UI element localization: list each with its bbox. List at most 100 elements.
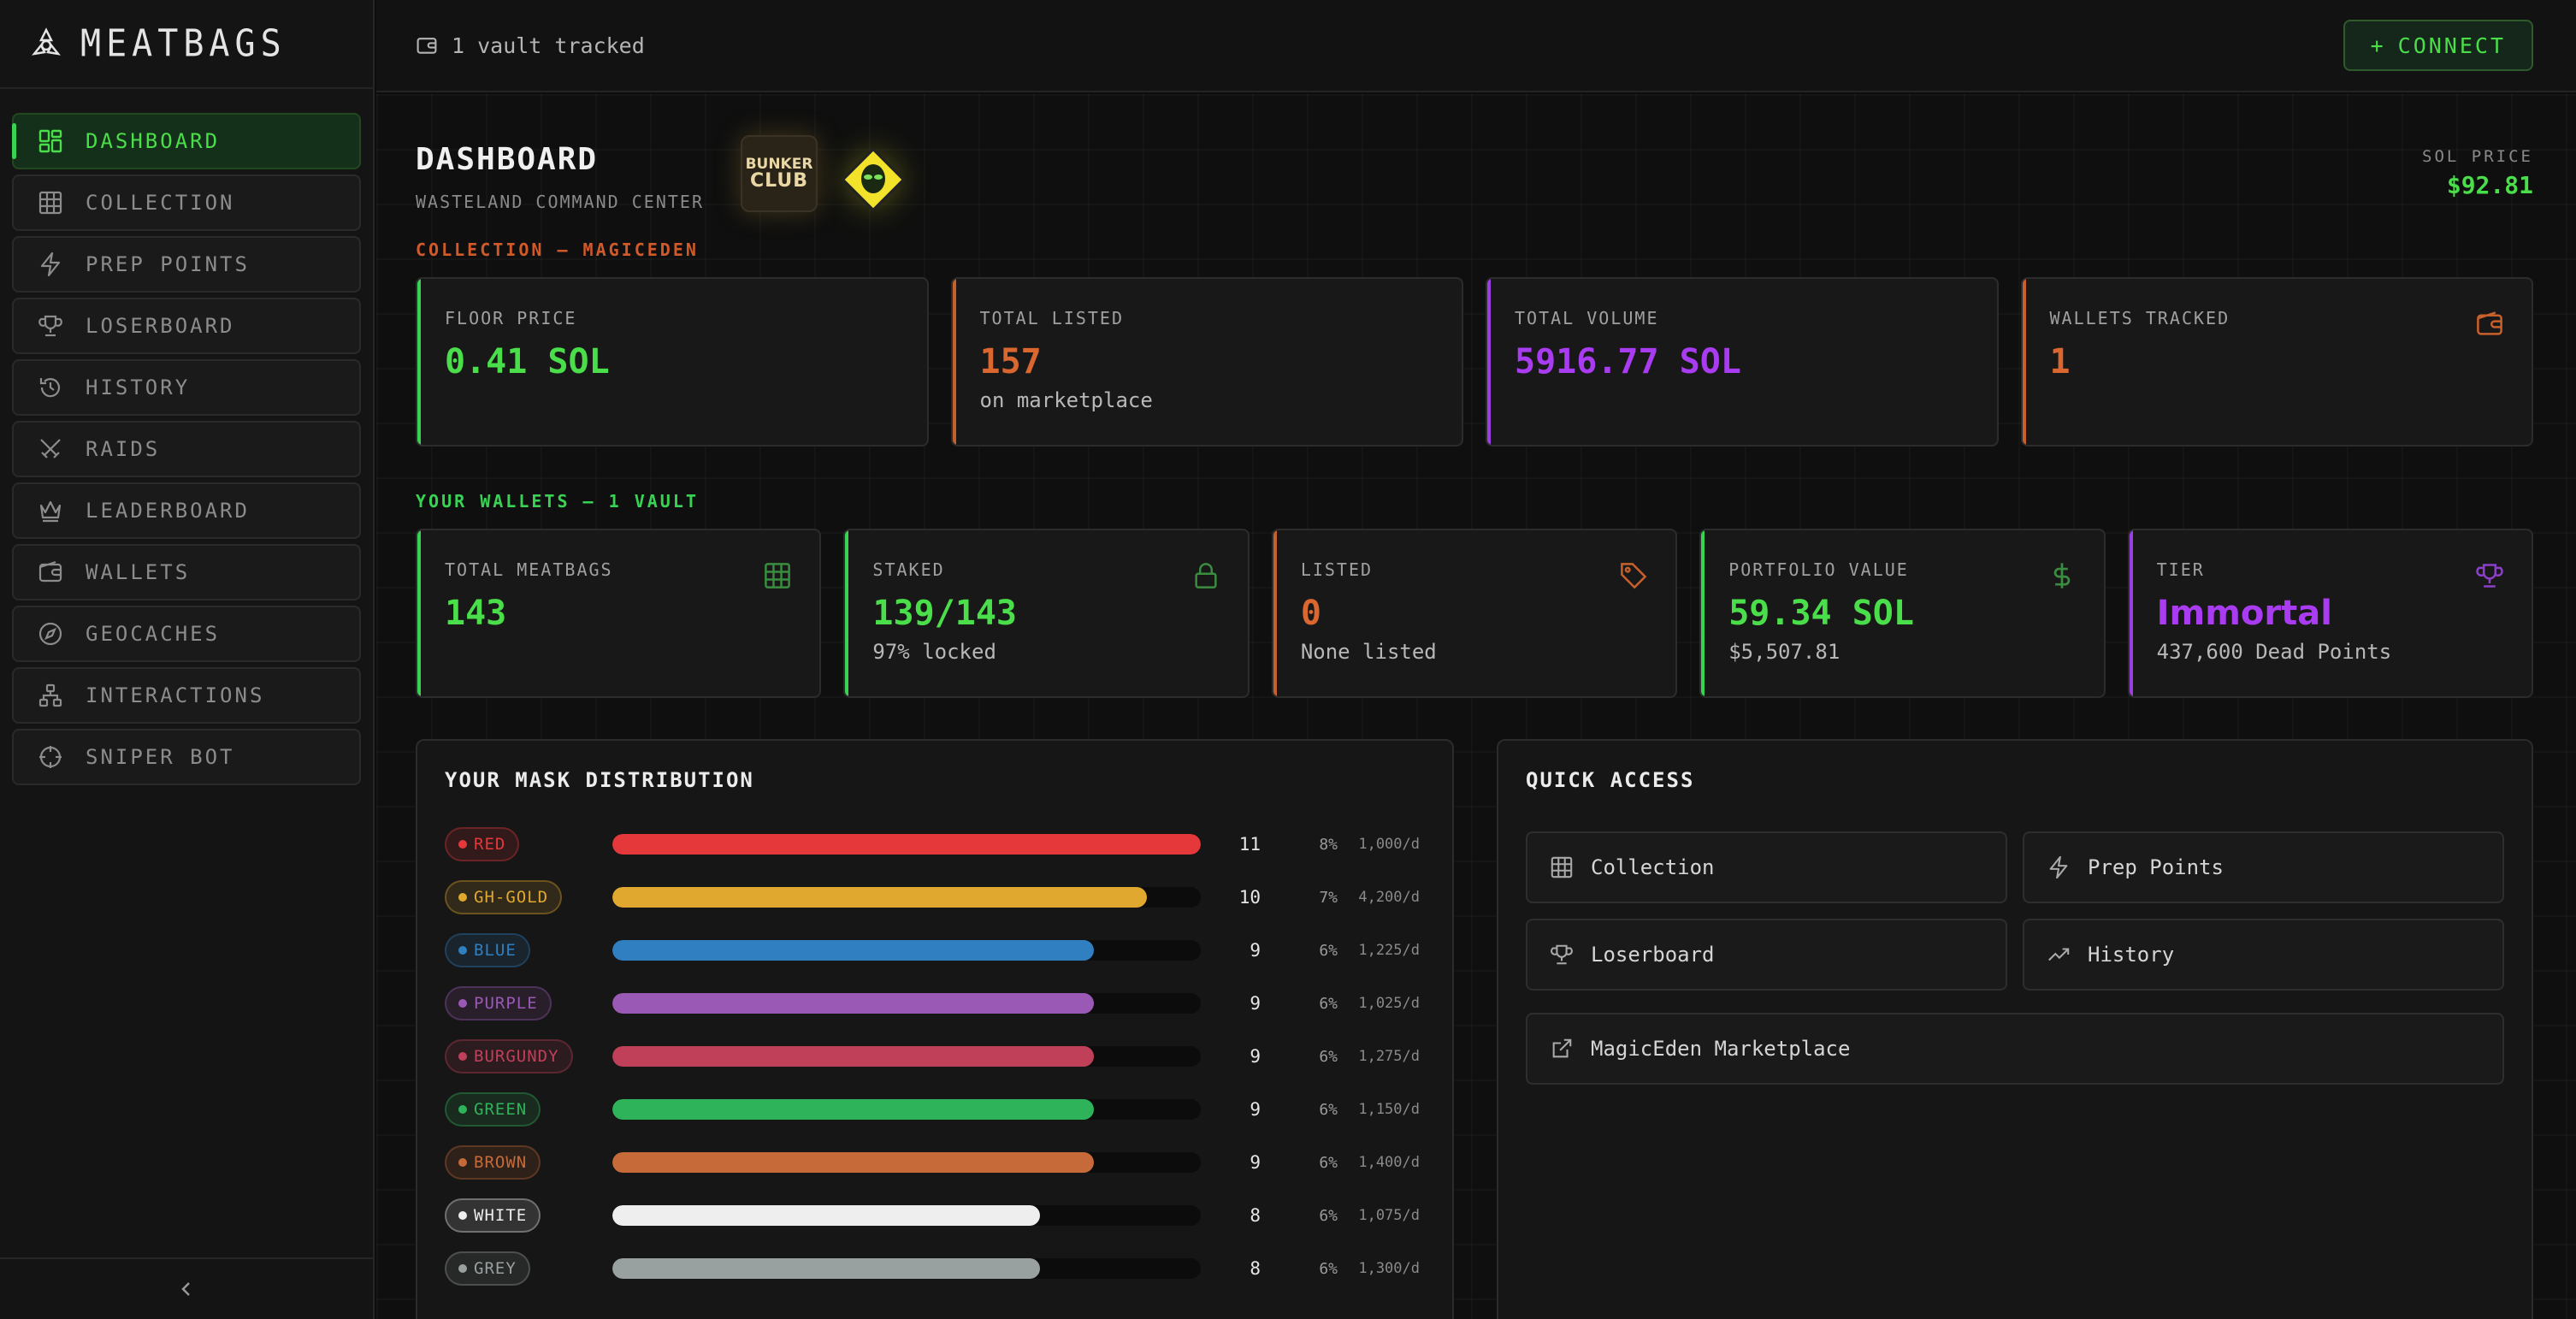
- quick-access-prep-points[interactable]: Prep Points: [2023, 831, 2504, 903]
- stat-card-total-listed: TOTAL LISTED 157 on marketplace: [950, 277, 1463, 447]
- mask-percent: 6%: [1319, 1047, 1338, 1066]
- crosshair-icon: [39, 746, 62, 768]
- sidebar-item-sniper-bot[interactable]: SNIPER BOT: [12, 729, 361, 785]
- lightning-icon: [2049, 855, 2068, 879]
- sidebar-item-label: GEOCACHES: [86, 622, 221, 646]
- grid-icon: [1551, 856, 1573, 878]
- stat-label: WALLETS TRACKED: [2049, 308, 2230, 328]
- sidebar-item-label: LOSERBOARD: [86, 314, 235, 338]
- mask-row: GREY 8 6% 1,300/d: [445, 1242, 1425, 1295]
- trophy-icon: [38, 315, 62, 337]
- sidebar-item-geocaches[interactable]: GEOCACHES: [12, 606, 361, 662]
- sidebar-item-prep-points[interactable]: PREP POINTS: [12, 236, 361, 293]
- mask-rate: 1,025/d: [1358, 995, 1420, 1012]
- stat-value: 157: [979, 342, 1042, 382]
- mask-pill: RED: [445, 827, 564, 861]
- mask-bar-track: [612, 1099, 1201, 1120]
- connect-button[interactable]: + CONNECT: [2343, 20, 2533, 71]
- stat-value: 5916.77 SOL: [1515, 342, 1741, 382]
- mask-bar-track: [612, 1205, 1201, 1226]
- bunker-club-badge: BUNKER CLUB: [741, 135, 818, 212]
- sidebar-item-collection[interactable]: COLLECTION: [12, 174, 361, 231]
- lightning-icon: [40, 251, 61, 277]
- sidebar-item-leaderboard[interactable]: LEADERBOARD: [12, 482, 361, 539]
- mask-count: 9: [1250, 1099, 1261, 1120]
- mask-rate: 1,400/d: [1358, 1154, 1420, 1171]
- stat-label: TOTAL LISTED: [979, 308, 1124, 328]
- mask-row: WHITE 8 6% 1,075/d: [445, 1189, 1425, 1242]
- wallets-section-label: YOUR WALLETS — 1 VAULT: [416, 491, 699, 512]
- mask-bar-track: [612, 834, 1201, 855]
- quick-access-history[interactable]: History: [2023, 919, 2504, 991]
- stat-card-wallets-tracked: WALLETS TRACKED 1: [2020, 277, 2533, 447]
- mask-pill-inner: GH-GOLD: [445, 880, 563, 914]
- panel-title: QUICK ACCESS: [1526, 768, 1695, 792]
- brand-name: MEATBAGS: [80, 21, 287, 66]
- vault-status: 1 vault tracked: [416, 33, 645, 58]
- sol-price: SOL PRICE $92.81: [2422, 147, 2533, 199]
- badge-text-top: BUNKER: [745, 155, 813, 173]
- grid-icon: [765, 563, 791, 589]
- mask-pill-inner: PURPLE: [445, 986, 552, 1020]
- mask-count: 8: [1250, 1205, 1261, 1226]
- mask-rate: 1,300/d: [1358, 1260, 1420, 1277]
- page-subtitle: WASTELAND COMMAND CENTER: [416, 192, 704, 212]
- mask-pill: PURPLE: [445, 986, 564, 1020]
- stat-card-listed: LISTED 0 None listed: [1271, 529, 1678, 698]
- mask-count: 9: [1250, 1152, 1261, 1173]
- mask-count: 9: [1250, 993, 1261, 1014]
- mask-color-dot: [458, 1211, 467, 1220]
- mask-name: GREEN: [474, 1100, 528, 1119]
- mask-row: BLUE 9 6% 1,225/d: [445, 924, 1425, 977]
- mask-count: 8: [1250, 1258, 1261, 1279]
- mask-bar-fill: [612, 940, 1094, 961]
- chevron-left-icon: [181, 1282, 190, 1296]
- mask-pill-inner: BURGUNDY: [445, 1039, 573, 1074]
- collection-section-label: COLLECTION — MAGICEDEN: [416, 240, 699, 260]
- mask-bar-track: [612, 940, 1201, 961]
- lock-icon: [1195, 563, 1217, 589]
- mask-color-dot: [458, 1264, 467, 1273]
- mask-pill-inner: BLUE: [445, 933, 530, 967]
- quick-access-loserboard[interactable]: Loserboard: [1526, 919, 2007, 991]
- sidebar-item-interactions[interactable]: INTERACTIONS: [12, 667, 361, 724]
- quick-access-collection[interactable]: Collection: [1526, 831, 2007, 903]
- sidebar-item-wallets[interactable]: WALLETS: [12, 544, 361, 600]
- trophy-icon: [2476, 564, 2503, 588]
- mask-count: 9: [1250, 1046, 1261, 1067]
- sidebar-item-label: DASHBOARD: [86, 129, 221, 153]
- mask-bar-fill: [612, 1099, 1094, 1120]
- page-header: DASHBOARD WASTELAND COMMAND CENTER BUNKE…: [416, 94, 2533, 231]
- stat-subtext: 97% locked: [872, 640, 996, 664]
- mask-distribution-list: RED 11 8% 1,000/d GH-GOLD 10 7% 4,200/d BLUE 9 6% 1…: [445, 818, 1425, 1295]
- sidebar-collapse-button[interactable]: [0, 1257, 373, 1319]
- sidebar-nav: DASHBOARD COLLECTION PREP POINTS LOSERBO…: [0, 89, 373, 785]
- mask-percent: 7%: [1319, 888, 1338, 907]
- mask-percent: 8%: [1319, 835, 1338, 854]
- brand[interactable]: MEATBAGS: [0, 0, 373, 89]
- mask-name: PURPLE: [474, 994, 538, 1013]
- sidebar-item-history[interactable]: HISTORY: [12, 359, 361, 416]
- stat-value: 139/143: [872, 594, 1017, 633]
- mask-rate: 1,000/d: [1358, 836, 1420, 853]
- alien-diamond-badge-icon: [841, 147, 906, 212]
- mask-color-dot: [458, 893, 467, 902]
- quick-access-label: Loserboard: [1591, 943, 1715, 967]
- sol-price-label: SOL PRICE: [2422, 147, 2533, 166]
- sidebar-item-dashboard[interactable]: DASHBOARD: [12, 113, 361, 169]
- sidebar-item-loserboard[interactable]: LOSERBOARD: [12, 298, 361, 354]
- crown-icon: [39, 500, 62, 523]
- quick-access-magiceden[interactable]: MagicEden Marketplace: [1526, 1013, 2504, 1085]
- mask-bar-fill: [612, 1258, 1041, 1279]
- mask-row: GH-GOLD 10 7% 4,200/d: [445, 871, 1425, 924]
- mask-pill-inner: BROWN: [445, 1145, 541, 1180]
- mask-bar-track: [612, 993, 1201, 1014]
- vault-status-text: 1 vault tracked: [452, 33, 645, 58]
- mask-bar-track: [612, 1046, 1201, 1067]
- quick-access-label: MagicEden Marketplace: [1591, 1037, 1851, 1061]
- mask-color-dot: [458, 999, 467, 1008]
- mask-bar-fill: [612, 1152, 1094, 1173]
- sidebar-item-raids[interactable]: RAIDS: [12, 421, 361, 477]
- plus-icon: +: [2370, 33, 2386, 58]
- mask-bar-fill: [612, 1205, 1041, 1226]
